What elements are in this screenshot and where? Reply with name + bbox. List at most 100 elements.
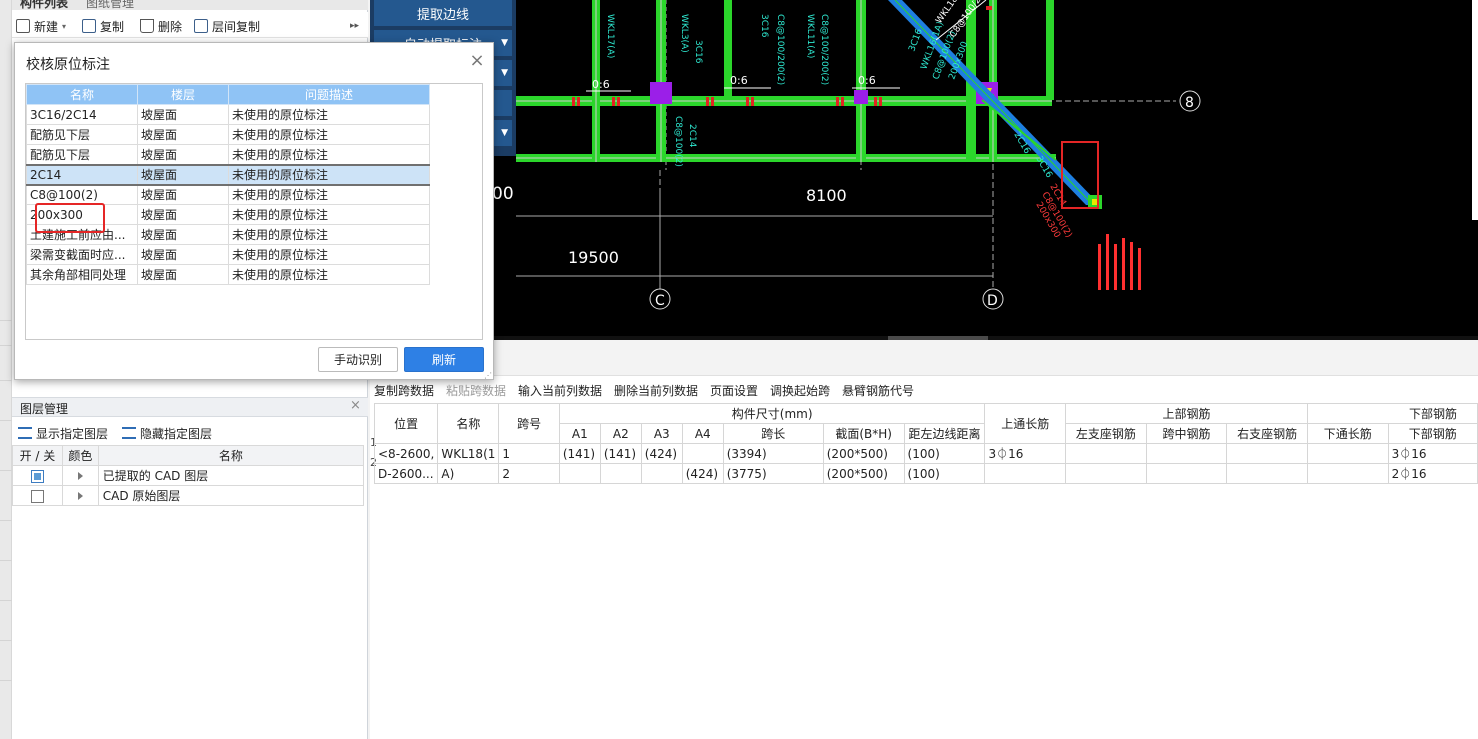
col-bottom-group: 下部钢筋 [1307,403,1478,424]
new-button[interactable]: 新建 ▾ [16,17,66,35]
layer-name: 已提取的 CAD 图层 [97,465,365,486]
ratio-label: 0:6 [730,74,748,87]
layer-toolbar: 显示指定图层 隐藏指定图层 [12,421,368,445]
layer-checkbox[interactable] [30,489,44,503]
hide-layer-button[interactable]: 隐藏指定图层 [122,424,212,442]
col-section: 截面(B*H) [822,423,905,444]
col-name: 名称 [437,403,500,444]
resize-grip-icon[interactable]: ⋰ [484,371,492,380]
ratio-label: 0:6 [592,78,610,91]
more-tools-button[interactable]: ▸▸ [350,17,359,35]
page-setup-button[interactable]: 页面设置 [710,382,758,399]
ratio-label: 0:6 [858,74,876,87]
table-row[interactable]: <8-2600, WKL18(1 1 (141) (141) (424) (33… [373,443,1478,464]
refresh-button[interactable]: 刷新 [404,347,484,372]
show-layer-button[interactable]: 显示指定图层 [18,424,108,442]
col-top-through: 上通长筋 [984,403,1066,444]
col-mid-span: 跨中钢筋 [1145,423,1228,444]
expand-arrow-icon[interactable] [77,471,83,480]
close-icon[interactable]: × [467,51,487,71]
dimension-text: 19500 [568,248,619,267]
cell-name: 配筋见下层 [26,144,138,165]
rebar-label: 3C16 [693,40,703,64]
delete-column-button[interactable]: 删除当前列数据 [614,382,698,399]
cell-floor: 坡屋面 [137,104,229,125]
layer-row[interactable]: CAD 原始图层 [12,485,365,506]
cell-desc: 未使用的原位标注 [228,144,430,165]
col-size-group: 构件尺寸(mm) [558,403,986,424]
tab-drawing-management[interactable]: 图纸管理 [86,0,134,10]
table-row[interactable]: D-2600... A) 2 (424) (3775) (200*500) (1… [373,463,1478,484]
layer-table: 开 / 关 颜色 名称 已提取的 CAD 图层 CAD 原始图层 [12,445,365,506]
beam-label: WKL17(A) [605,14,615,58]
col-name: 名称 [97,445,365,466]
copy-span-button[interactable]: 复制跨数据 [374,382,434,399]
list-item[interactable]: 梁需变截面时应... 坡屋面 未使用的原位标注 [26,244,430,265]
floor-copy-button[interactable]: 层间复制 [194,17,260,35]
rebar-label: C8@100(2) [673,116,683,167]
svg-text:8: 8 [1185,95,1194,111]
layer-name: CAD 原始图层 [97,485,365,506]
cell-name: 梁需变截面时应... [26,244,138,265]
span-toolbar: 复制跨数据 粘贴跨数据 输入当前列数据 删除当前列数据 页面设置 调换起始跨 悬… [370,376,1478,402]
extract-edge-button[interactable]: 提取边线 [374,0,512,26]
cad-canvas[interactable]: 0:6 0:6 0:6 WKL17(A) WKL3(A) 3C16 3C16 C… [516,0,1478,336]
list-item[interactable]: 其余角部相同处理 坡屋面 未使用的原位标注 [26,264,430,285]
cell-desc: 未使用的原位标注 [228,184,430,205]
cell-name: 2C14 [26,163,138,186]
dropdown-arrow-icon: ▼ [501,68,508,78]
list-item[interactable]: 配筋见下层 坡屋面 未使用的原位标注 [26,144,430,165]
col-left-distance: 距左边线距离 [903,423,986,444]
trash-icon [140,19,154,33]
dialog-title: 校核原位标注 [26,57,110,73]
dropdown-arrow-icon: ▼ [501,128,508,138]
span-table-panel: 复制跨数据 粘贴跨数据 输入当前列数据 删除当前列数据 页面设置 调换起始跨 悬… [370,340,1478,739]
dropdown-arrow-icon: ▾ [62,21,67,31]
layers-copy-icon [194,19,208,33]
rebar-label: C8@100/200(2) [819,14,829,85]
dimension-text: 00 [492,184,514,204]
tab-component-list[interactable]: 构件列表 [20,0,68,10]
col-bottom-rebar: 下部钢筋 [1387,423,1478,444]
col-description: 问题描述 [228,84,430,105]
layer-close-icon[interactable]: × [350,398,361,413]
layer-manager-title: 图层管理 [20,402,69,416]
cell-floor: 坡屋面 [137,184,229,205]
delete-button[interactable]: 删除 [140,17,182,35]
list-item[interactable]: C8@100(2) 坡屋面 未使用的原位标注 [26,184,430,205]
col-position: 位置 [373,403,439,444]
panel-tabs: 构件列表 图纸管理 [12,0,368,10]
span-table: 位置 名称 跨号 构件尺寸(mm) 上通长筋 上部钢筋 下部钢筋 A1 A2 A… [373,403,1478,484]
cantilever-code-button[interactable]: 悬臂钢筋代号 [842,382,914,399]
cell-name: 配筋见下层 [26,124,138,145]
col-a1: A1 [558,423,601,444]
swap-start-span-button[interactable]: 调换起始跨 [770,382,830,399]
copy-button[interactable]: 复制 [82,17,124,35]
cell-name: C8@100(2) [26,184,138,205]
cell-desc: 未使用的原位标注 [228,224,430,245]
dimension-text: 8100 [806,186,847,205]
rebar-label: 3C16 [907,27,925,53]
cell-floor: 坡屋面 [137,224,229,245]
col-span-length: 跨长 [722,423,824,444]
layer-manager-header: 图层管理 × [12,397,368,417]
list-item[interactable]: 2C14 坡屋面 未使用的原位标注 [26,163,430,186]
paste-span-button[interactable]: 粘贴跨数据 [446,382,506,399]
list-item[interactable]: 配筋见下层 坡屋面 未使用的原位标注 [26,124,430,145]
layers-hide-icon [122,427,136,439]
cell-floor: 坡屋面 [137,244,229,265]
cell-floor: 坡屋面 [137,264,229,285]
cell-name: 其余角部相同处理 [26,264,138,285]
manual-identify-button[interactable]: 手动识别 [318,347,398,372]
layer-checkbox[interactable] [30,469,44,483]
input-column-button[interactable]: 输入当前列数据 [518,382,602,399]
rebar-label: 3C16 [759,14,769,38]
copy-icon [82,19,96,33]
layer-row[interactable]: 已提取的 CAD 图层 [12,465,365,486]
col-floor: 楼层 [137,84,229,105]
expand-arrow-icon[interactable] [77,491,83,500]
cell-desc: 未使用的原位标注 [228,244,430,265]
list-item[interactable]: 3C16/2C14 坡屋面 未使用的原位标注 [26,104,430,125]
cell-floor: 坡屋面 [137,124,229,145]
cell-desc: 未使用的原位标注 [228,124,430,145]
